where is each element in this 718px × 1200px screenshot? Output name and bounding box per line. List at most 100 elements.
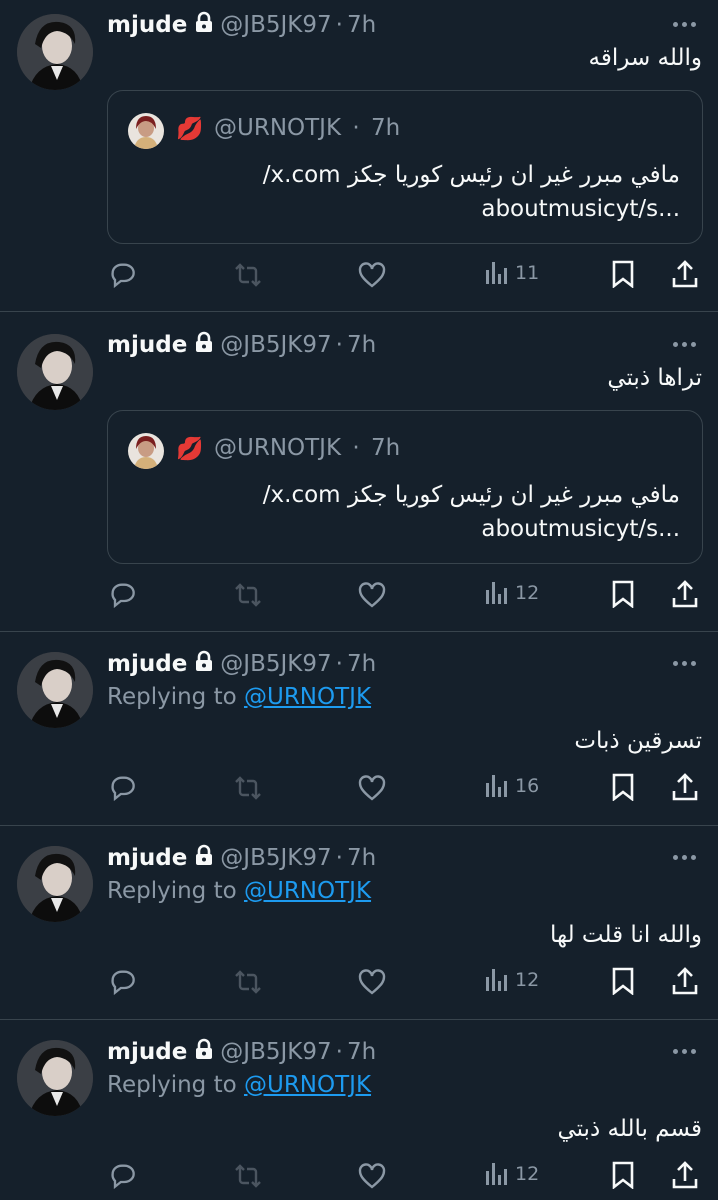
replying-to-link[interactable]: @URNOTJK: [244, 878, 371, 904]
tweet[interactable]: mjude @JB5JK97 · 7h والله سراقه 💋 @URNOT…: [0, 0, 718, 312]
replying-prefix: Replying to: [107, 878, 244, 904]
tweet-text: قسم بالله ذبتي: [557, 1116, 702, 1142]
bookmark-icon[interactable]: [611, 1161, 635, 1189]
quote-handle: @URNOTJK: [214, 435, 342, 461]
avatar[interactable]: [17, 334, 93, 410]
quote-tweet[interactable]: 💋 @URNOTJK · 7h مافي مبرر غير ان رئيس كو…: [107, 90, 703, 244]
more-icon[interactable]: [673, 1049, 696, 1054]
tweet-header: mjude @JB5JK97 · 7h: [107, 10, 376, 40]
separator: ·: [335, 651, 343, 677]
action-bar: 12: [0, 574, 718, 614]
action-bar: 16: [0, 767, 718, 807]
handle[interactable]: @JB5JK97: [220, 332, 331, 358]
timestamp[interactable]: 7h: [347, 332, 376, 358]
display-name[interactable]: mjude: [107, 651, 187, 677]
handle[interactable]: @JB5JK97: [220, 651, 331, 677]
quote-timestamp: 7h: [370, 435, 401, 461]
quote-text-line-2: aboutmusicyt/s...: [481, 196, 680, 222]
avatar[interactable]: [17, 1040, 93, 1116]
views-count: 16: [515, 775, 540, 797]
display-name[interactable]: mjude: [107, 845, 187, 871]
timestamp[interactable]: 7h: [347, 845, 376, 871]
tweet[interactable]: mjude @JB5JK97 · 7h تراها ذبتي 💋 @URNOTJ…: [0, 312, 718, 632]
share-icon[interactable]: [672, 580, 698, 608]
bookmark-icon[interactable]: [611, 773, 635, 801]
bookmark-icon[interactable]: [611, 580, 635, 608]
quote-header: @URNOTJK · 7h: [214, 115, 400, 141]
like-icon[interactable]: [358, 262, 386, 288]
replying-to: Replying to @URNOTJK: [107, 684, 371, 710]
tweet[interactable]: mjude @JB5JK97 · 7h Replying to @URNOTJK…: [0, 826, 718, 1020]
like-icon[interactable]: [358, 1163, 386, 1189]
retweet-icon: [232, 775, 264, 801]
more-icon[interactable]: [673, 22, 696, 27]
views-count: 12: [515, 969, 540, 991]
avatar[interactable]: [17, 652, 93, 728]
separator: ·: [335, 845, 343, 871]
tweet-header: mjude @JB5JK97 · 7h: [107, 649, 376, 679]
reply-icon[interactable]: [108, 260, 136, 288]
tweet[interactable]: mjude @JB5JK97 · 7h Replying to @URNOTJK…: [0, 1020, 718, 1200]
bookmark-icon[interactable]: [611, 260, 635, 288]
replying-to: Replying to @URNOTJK: [107, 1072, 371, 1098]
more-icon[interactable]: [673, 855, 696, 860]
bookmark-icon[interactable]: [611, 967, 635, 995]
share-icon[interactable]: [672, 967, 698, 995]
share-icon[interactable]: [672, 773, 698, 801]
retweet-icon: [232, 969, 264, 995]
lock-icon: [194, 844, 214, 872]
reply-icon[interactable]: [108, 967, 136, 995]
tweet-text: والله انا قلت لها: [550, 922, 702, 948]
timestamp[interactable]: 7h: [347, 1039, 376, 1065]
like-icon[interactable]: [358, 582, 386, 608]
lock-icon: [194, 1038, 214, 1066]
views-icon[interactable]: 12: [485, 580, 539, 606]
quote-tweet[interactable]: 💋 @URNOTJK · 7h مافي مبرر غير ان رئيس كو…: [107, 410, 703, 564]
replying-to-link[interactable]: @URNOTJK: [244, 684, 371, 710]
quote-text-line-1: مافي مبرر غير ان رئيس كوريا جكز x.com/: [262, 482, 680, 508]
quote-handle: @URNOTJK: [214, 115, 342, 141]
tweet-header: mjude @JB5JK97 · 7h: [107, 330, 376, 360]
display-name[interactable]: mjude: [107, 12, 187, 38]
handle[interactable]: @JB5JK97: [220, 845, 331, 871]
tweet-header: mjude @JB5JK97 · 7h: [107, 843, 376, 873]
separator: ·: [352, 115, 360, 141]
views-icon[interactable]: 12: [485, 1161, 539, 1187]
more-icon[interactable]: [673, 661, 696, 666]
reply-icon[interactable]: [108, 580, 136, 608]
tweet-text: والله سراقه: [588, 45, 702, 71]
tweet-text: تسرقين ذبات: [574, 728, 702, 754]
like-icon[interactable]: [358, 969, 386, 995]
display-name[interactable]: mjude: [107, 332, 187, 358]
action-bar: 11: [0, 254, 718, 294]
replying-prefix: Replying to: [107, 684, 244, 710]
action-bar: 12: [0, 1155, 718, 1195]
views-icon[interactable]: 12: [485, 967, 539, 993]
timestamp[interactable]: 7h: [347, 12, 376, 38]
views-icon[interactable]: 11: [485, 260, 539, 286]
separator: ·: [335, 1039, 343, 1065]
reply-icon[interactable]: [108, 773, 136, 801]
like-icon[interactable]: [358, 775, 386, 801]
reply-icon[interactable]: [108, 1161, 136, 1189]
share-icon[interactable]: [672, 260, 698, 288]
quote-header: @URNOTJK · 7h: [214, 435, 400, 461]
views-icon[interactable]: 16: [485, 773, 539, 799]
avatar[interactable]: [17, 14, 93, 90]
avatar[interactable]: [17, 846, 93, 922]
tweet-header: mjude @JB5JK97 · 7h: [107, 1037, 376, 1067]
tweet[interactable]: mjude @JB5JK97 · 7h Replying to @URNOTJK…: [0, 632, 718, 826]
retweet-icon: [232, 1163, 264, 1189]
timestamp[interactable]: 7h: [347, 651, 376, 677]
replying-to-link[interactable]: @URNOTJK: [244, 1072, 371, 1098]
share-icon[interactable]: [672, 1161, 698, 1189]
quote-timestamp: 7h: [370, 115, 401, 141]
handle[interactable]: @JB5JK97: [220, 12, 331, 38]
lock-icon: [194, 11, 214, 39]
views-count: 12: [515, 582, 540, 604]
display-name[interactable]: mjude: [107, 1039, 187, 1065]
kiss-emoji: 💋: [176, 437, 204, 462]
action-bar: 12: [0, 961, 718, 1001]
handle[interactable]: @JB5JK97: [220, 1039, 331, 1065]
more-icon[interactable]: [673, 342, 696, 347]
